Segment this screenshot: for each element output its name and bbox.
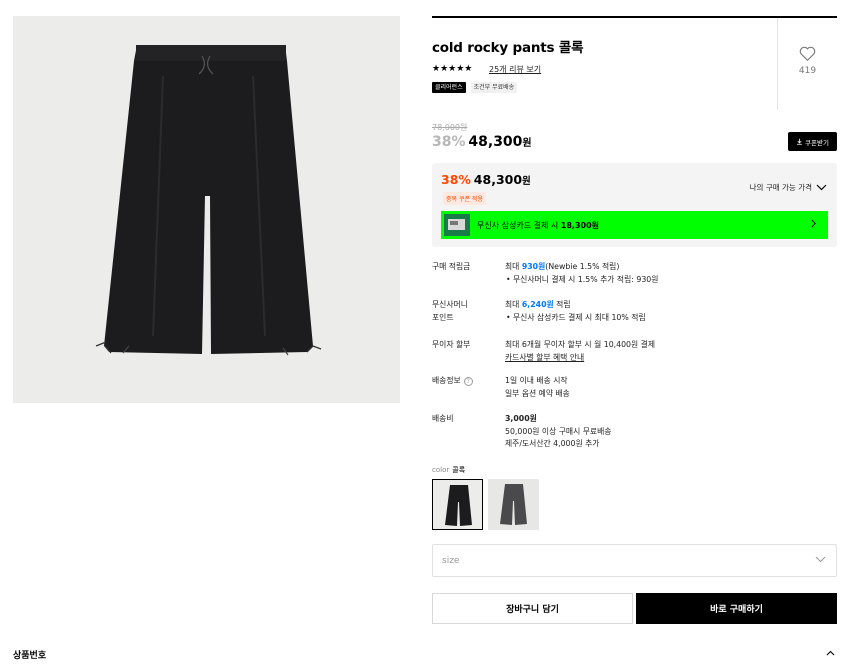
product-number-label: 상품번호: [13, 651, 47, 661]
download-icon: [797, 138, 802, 145]
color-option-label: color 콜록: [432, 465, 465, 475]
my-price-label: 나의 구매 가능 가격: [749, 183, 812, 192]
installment-benefit-link[interactable]: 카드사별 할부 혜택 안내: [505, 352, 835, 365]
best-price-box: 38% 48,300원 중복 쿠폰 적용 나의 구매 가능 가격 무신사 삼성카…: [432, 163, 837, 247]
money-points-bullet: 무신사 삼성카드 결제 시 최대 10% 적립: [505, 312, 835, 325]
price-amount: 48,300: [468, 134, 523, 150]
money-points-suffix: 적립: [553, 300, 571, 309]
card-thumbnail: [444, 214, 470, 236]
color-label-text: color: [432, 466, 450, 474]
installment-text: 최대 6개월 무이자 할부 시 월 10,400원 결제: [505, 340, 656, 349]
info-value-delivery: 1일 이내 배송 시작 일부 옵션 예약 배송: [505, 375, 835, 400]
size-select[interactable]: size: [432, 544, 837, 577]
like-count: 419: [798, 66, 817, 76]
points-prefix: 최대: [505, 262, 522, 271]
chevron-up-icon[interactable]: [826, 650, 835, 656]
coupon-download-button[interactable]: 쿠폰받기: [788, 132, 837, 151]
chevron-right-icon: [811, 219, 816, 231]
badge-list: 클리어런스 조건부 무료배송: [432, 82, 518, 93]
sale-price: 38% 48,300원: [432, 134, 532, 150]
buy-now-button[interactable]: 바로 구매하기: [636, 593, 837, 624]
money-points-label-line2: 포인트: [432, 312, 454, 322]
coupon-button-label: 쿠폰받기: [805, 138, 829, 147]
color-swatch-charcoal[interactable]: [488, 479, 539, 530]
best-price-amount: 48,300: [473, 172, 523, 187]
product-title: cold rocky pants 콜록: [432, 40, 584, 56]
points-suffix: (Newbie 1.5% 적립): [545, 262, 620, 271]
color-swatch-black[interactable]: [432, 479, 483, 530]
help-icon[interactable]: ?: [463, 376, 473, 386]
info-label-money-points: 무신사머니 포인트: [432, 299, 502, 324]
best-discount-rate: 38%: [441, 172, 471, 187]
points-amount: 930원: [521, 262, 546, 271]
badge-clearance: 클리어런스: [432, 82, 466, 93]
like-button[interactable]: 419: [778, 46, 837, 76]
size-placeholder: size: [442, 555, 460, 566]
card-benefit-prefix: 무신사 삼성카드 결제 시: [477, 220, 561, 230]
best-price-currency: 원: [522, 176, 531, 187]
card-benefit-banner[interactable]: 무신사 삼성카드 결제 시 18,300원: [441, 211, 828, 239]
product-main-image: [13, 16, 400, 403]
info-label-delivery: 배송정보?: [432, 375, 502, 388]
money-points-label-line1: 무신사머니: [432, 300, 468, 309]
review-link[interactable]: 25개 리뷰 보기: [489, 64, 541, 75]
color-selected-value: 콜록: [452, 466, 466, 474]
my-price-toggle[interactable]: 나의 구매 가능 가격: [750, 182, 827, 193]
delivery-line2: 일부 옵션 예약 배송: [505, 388, 570, 398]
chevron-down-icon: [815, 556, 826, 563]
money-points-prefix: 최대: [505, 300, 522, 309]
discount-rate: 38%: [432, 134, 466, 150]
money-points-amount: 6,240원: [521, 300, 554, 309]
info-label-installment: 무이자 할부: [432, 340, 471, 349]
badge-free-shipping: 조건부 무료배송: [470, 82, 518, 93]
price-currency: 원: [522, 138, 532, 149]
best-price: 38% 48,300원: [441, 172, 531, 187]
info-value-shipping-fee: 3,000원 50,000원 이상 구매시 무료배송 제주/도서산간 4,000…: [505, 413, 835, 451]
shipping-fee-amount: 3,000원: [505, 414, 537, 423]
delivery-label: 배송정보: [432, 376, 461, 385]
delivery-line1: 1일 이내 배송 시작: [505, 376, 568, 385]
points-bullet: 무신사머니 결제 시 1.5% 추가 적립: 930원: [505, 274, 835, 287]
info-value-installment: 최대 6개월 무이자 할부 시 월 10,400원 결제 카드사별 할부 혜택 …: [505, 339, 835, 364]
info-label-shipping-fee: 배송비: [432, 414, 454, 423]
card-benefit-amount: 18,300원: [560, 220, 600, 230]
chevron-down-icon: [816, 184, 827, 191]
info-value-money-points: 최대 6,240원 적립 무신사 삼성카드 결제 시 최대 10% 적립: [505, 299, 835, 324]
shipping-fee-line1: 50,000원 이상 구매시 무료배송: [505, 426, 612, 436]
card-benefit-text: 무신사 삼성카드 결제 시 18,300원: [477, 220, 599, 231]
info-value-points: 최대 930원(Newbie 1.5% 적립) 무신사머니 결제 시 1.5% …: [505, 261, 835, 286]
heart-outline-icon: [799, 46, 816, 61]
original-price: 78,000원: [432, 123, 468, 132]
info-label-points: 구매 적립금: [432, 262, 471, 271]
add-to-cart-button[interactable]: 장바구니 담기: [432, 593, 633, 624]
shipping-fee-line2: 제주/도서산간 4,000원 추가: [505, 439, 600, 448]
coupon-applied-tag: 중복 쿠폰 적용: [443, 192, 486, 205]
rating-stars: ★★★★★: [432, 64, 473, 74]
